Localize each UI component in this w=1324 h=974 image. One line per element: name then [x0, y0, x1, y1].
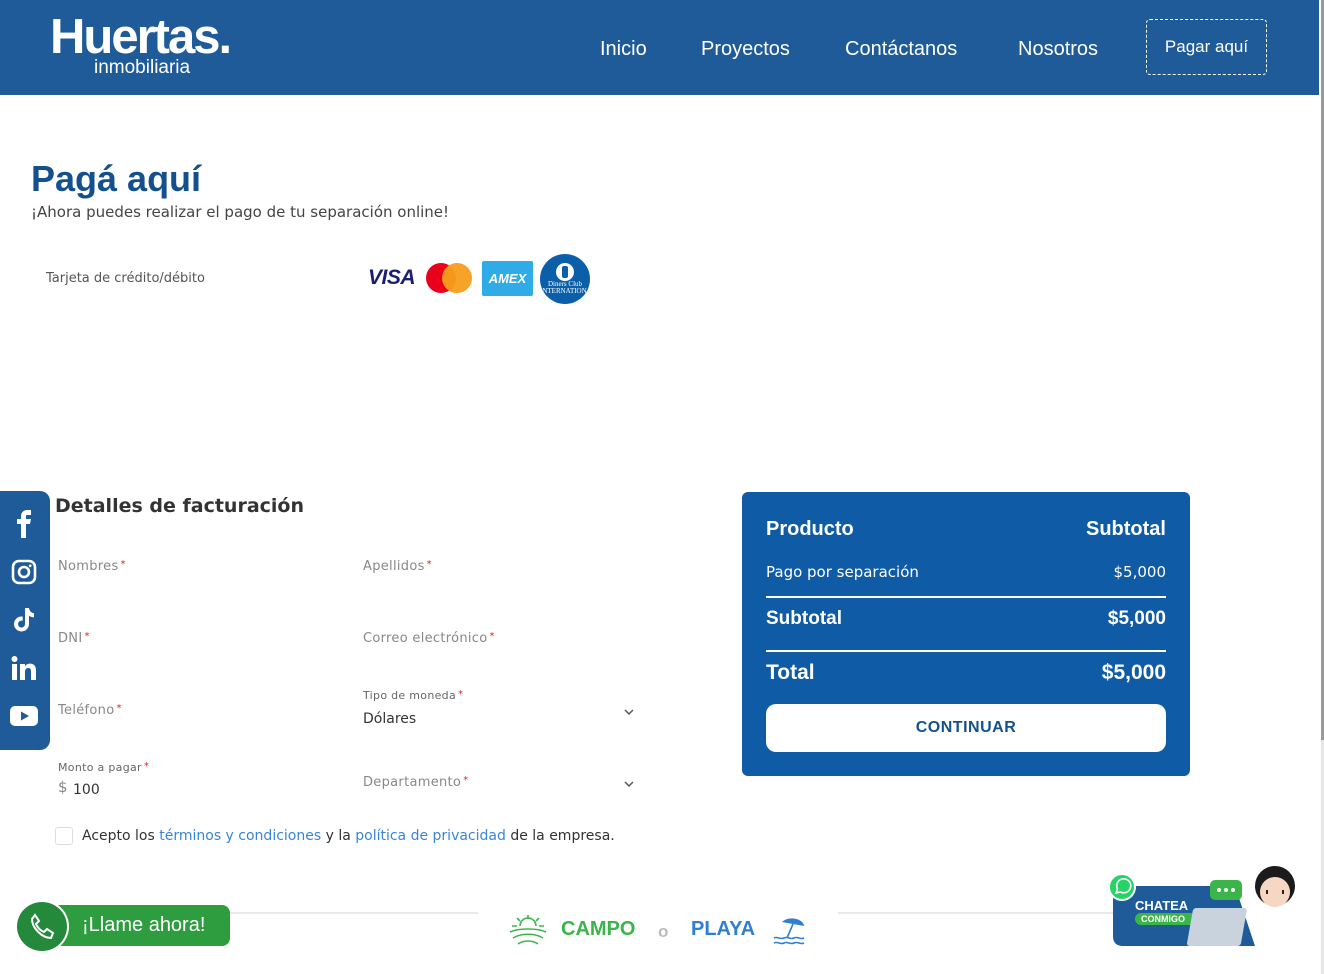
mastercard-logo	[426, 263, 472, 293]
field-icon	[509, 915, 547, 945]
currency-value: Dólares	[363, 711, 417, 727]
email-field[interactable]: Correo electrónico *	[363, 624, 641, 676]
card-payment-label: Tarjeta de crédito/débito	[46, 271, 205, 286]
total-label: Total	[766, 661, 815, 684]
linkedin-icon[interactable]	[9, 653, 39, 683]
phone-field[interactable]: Teléfono *	[58, 696, 336, 748]
separator-text: o	[658, 922, 669, 941]
youtube-icon[interactable]	[9, 701, 39, 731]
phone-icon	[15, 900, 69, 953]
last-name-label: Apellidos *	[363, 559, 432, 574]
site-header: Huertas. inmobiliaria Inicio Proyectos C…	[0, 0, 1319, 95]
footer-divider	[838, 912, 1118, 914]
first-name-label: Nombres *	[58, 559, 126, 574]
terms-link[interactable]: términos y condiciones	[159, 828, 321, 844]
nav-proyectos[interactable]: Proyectos	[701, 37, 790, 61]
amount-value: 100	[73, 782, 100, 798]
department-label: Departamento *	[363, 775, 469, 790]
logo-wordmark: Huertas.	[50, 10, 232, 64]
diners-club-label: Diners Club INTERNATIONAL	[540, 280, 596, 295]
privacy-link[interactable]: política de privacidad	[355, 828, 506, 844]
page-title: Pagá aquí	[31, 158, 202, 199]
summary-item-row: Pago por separación $5,000	[766, 563, 1166, 581]
total-row: Total $5,000	[766, 661, 1166, 685]
page-subtitle: ¡Ahora puedes realizar el pago de tu sep…	[31, 203, 450, 221]
phone-label: Teléfono *	[58, 703, 122, 718]
product-column-label: Producto	[766, 518, 854, 540]
divider	[766, 650, 1166, 652]
department-select[interactable]: Departamento *	[363, 768, 641, 820]
subtotal-row: Subtotal $5,000	[766, 608, 1166, 630]
amount-field[interactable]: Monto a pagar * $ 100	[58, 758, 336, 810]
chevron-down-icon	[624, 781, 634, 788]
terms-checkbox[interactable]	[55, 827, 73, 845]
logo-tagline: inmobiliaria	[94, 57, 191, 78]
instagram-icon[interactable]	[9, 557, 39, 587]
tiktok-icon[interactable]	[9, 605, 39, 635]
billing-title: Detalles de facturación	[55, 495, 305, 517]
nav-inicio[interactable]: Inicio	[600, 37, 647, 61]
chevron-down-icon	[624, 709, 634, 716]
dni-field[interactable]: DNI *	[58, 624, 336, 676]
item-price: $5,000	[1113, 563, 1167, 581]
first-name-field[interactable]: Nombres *	[58, 552, 336, 604]
social-sidebar	[0, 491, 50, 750]
pay-here-button[interactable]: Pagar aquí	[1146, 19, 1267, 75]
amount-label: Monto a pagar *	[58, 761, 150, 774]
amount-currency: $	[58, 778, 68, 796]
logo[interactable]: Huertas. inmobiliaria	[50, 12, 260, 82]
chat-widget-art: CHATEA CONMIGO	[1108, 866, 1297, 950]
terms-text: Acepto los términos y condiciones y la p…	[82, 828, 615, 844]
nav-nosotros[interactable]: Nosotros	[1018, 37, 1098, 61]
diners-club-logo: Diners Club INTERNATIONAL	[540, 254, 596, 304]
dni-label: DNI *	[58, 631, 90, 646]
summary-header: Producto Subtotal	[766, 518, 1166, 541]
visa-logo: VISA	[368, 266, 416, 289]
nav-contactanos[interactable]: Contáctanos	[845, 37, 957, 61]
divider	[766, 596, 1166, 598]
email-label: Correo electrónico *	[363, 631, 495, 646]
currency-select[interactable]: Tipo de moneda * Dólares	[363, 686, 641, 738]
campo-link[interactable]: CAMPO	[561, 918, 635, 941]
call-now-label: ¡Llame ahora!	[82, 914, 206, 936]
facebook-icon[interactable]	[9, 509, 39, 539]
subtotal-value: $5,000	[1107, 608, 1166, 629]
playa-link[interactable]: PLAYA	[691, 918, 755, 941]
subtotal-column-label: Subtotal	[1086, 518, 1166, 540]
item-name: Pago por separación	[766, 563, 919, 581]
continue-button[interactable]: CONTINUAR	[766, 704, 1166, 752]
chat-title: CHATEA	[1135, 898, 1189, 913]
last-name-field[interactable]: Apellidos *	[363, 552, 641, 604]
amex-logo: AMEX	[482, 261, 533, 296]
subtotal-label: Subtotal	[766, 608, 842, 629]
chat-subtitle: CONMIGO	[1141, 914, 1185, 924]
chat-widget[interactable]: CHATEA CONMIGO	[1105, 864, 1305, 950]
beach-umbrella-icon	[773, 918, 805, 945]
call-now-button[interactable]: ¡Llame ahora!	[15, 900, 230, 953]
order-summary: Producto Subtotal Pago por separación $5…	[742, 492, 1190, 776]
total-value: $5,000	[1101, 661, 1166, 684]
currency-label: Tipo de moneda *	[363, 689, 464, 702]
